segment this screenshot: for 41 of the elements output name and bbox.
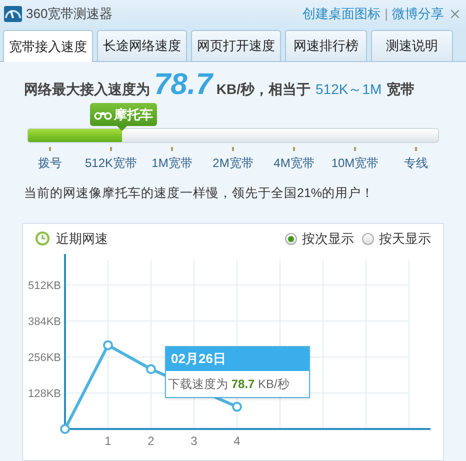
x-tick-label: 1 [104, 434, 112, 448]
tick-label: 2M宽带 [212, 155, 254, 172]
tooltip-date: 02月26日 [166, 346, 309, 371]
tab[interactable]: 网速排行榜 [285, 30, 367, 61]
tab[interactable]: 长途网络速度 [97, 30, 187, 61]
tick-label: 4M宽带 [274, 155, 314, 172]
y-tick-label: 128KB [28, 388, 61, 400]
data-point [60, 424, 70, 434]
section-title: 近期网速 [56, 230, 108, 248]
radio-option[interactable]: 按次显示 [285, 229, 354, 248]
band-value: 512K～1M [316, 80, 382, 99]
x-tick-label: 4 [234, 434, 240, 448]
result-unit: KB/秒，相当于 [216, 80, 311, 99]
tab[interactable]: 测速说明 [371, 30, 453, 61]
gauge-icon [4, 6, 22, 22]
window-title: 360宽带测速器 [26, 5, 113, 24]
tab[interactable]: 网页打开速度 [191, 30, 281, 61]
tick-label: 10M宽带 [331, 155, 379, 172]
clock-icon [35, 231, 50, 246]
speed-badge: 摩托车 [90, 103, 157, 126]
speed-value: 78.7 [154, 70, 212, 100]
tooltip-text: 下载速度为 78.7 KB/秒 [167, 376, 290, 393]
data-point [103, 340, 113, 350]
y-tick-label: 256KB [28, 352, 61, 364]
summary-text: 当前的网速像摩托车的速度一样慢，领先于全国21%的用户！ [23, 185, 376, 202]
tick-label: 1M宽带 [152, 155, 192, 172]
link-separator: | [384, 5, 388, 24]
tick-label: 512K宽带 [84, 155, 138, 172]
band-suffix: 宽带 [386, 80, 415, 99]
x-tick-label: 3 [190, 434, 198, 448]
y-tick-label: 384KB [28, 316, 61, 328]
tick-label: 拨号 [38, 155, 62, 172]
tick-label: 专线 [404, 155, 428, 172]
y-tick-label: 512KB [28, 280, 61, 292]
data-point [146, 364, 156, 374]
result-label: 网络最大接入速度为 [24, 80, 150, 99]
radio-option[interactable]: 按天显示 [362, 229, 431, 248]
close-icon[interactable] [448, 7, 462, 21]
x-tick-label: 2 [148, 434, 154, 448]
data-point [232, 402, 242, 412]
tab[interactable]: 宽带接入速度 [3, 30, 93, 62]
